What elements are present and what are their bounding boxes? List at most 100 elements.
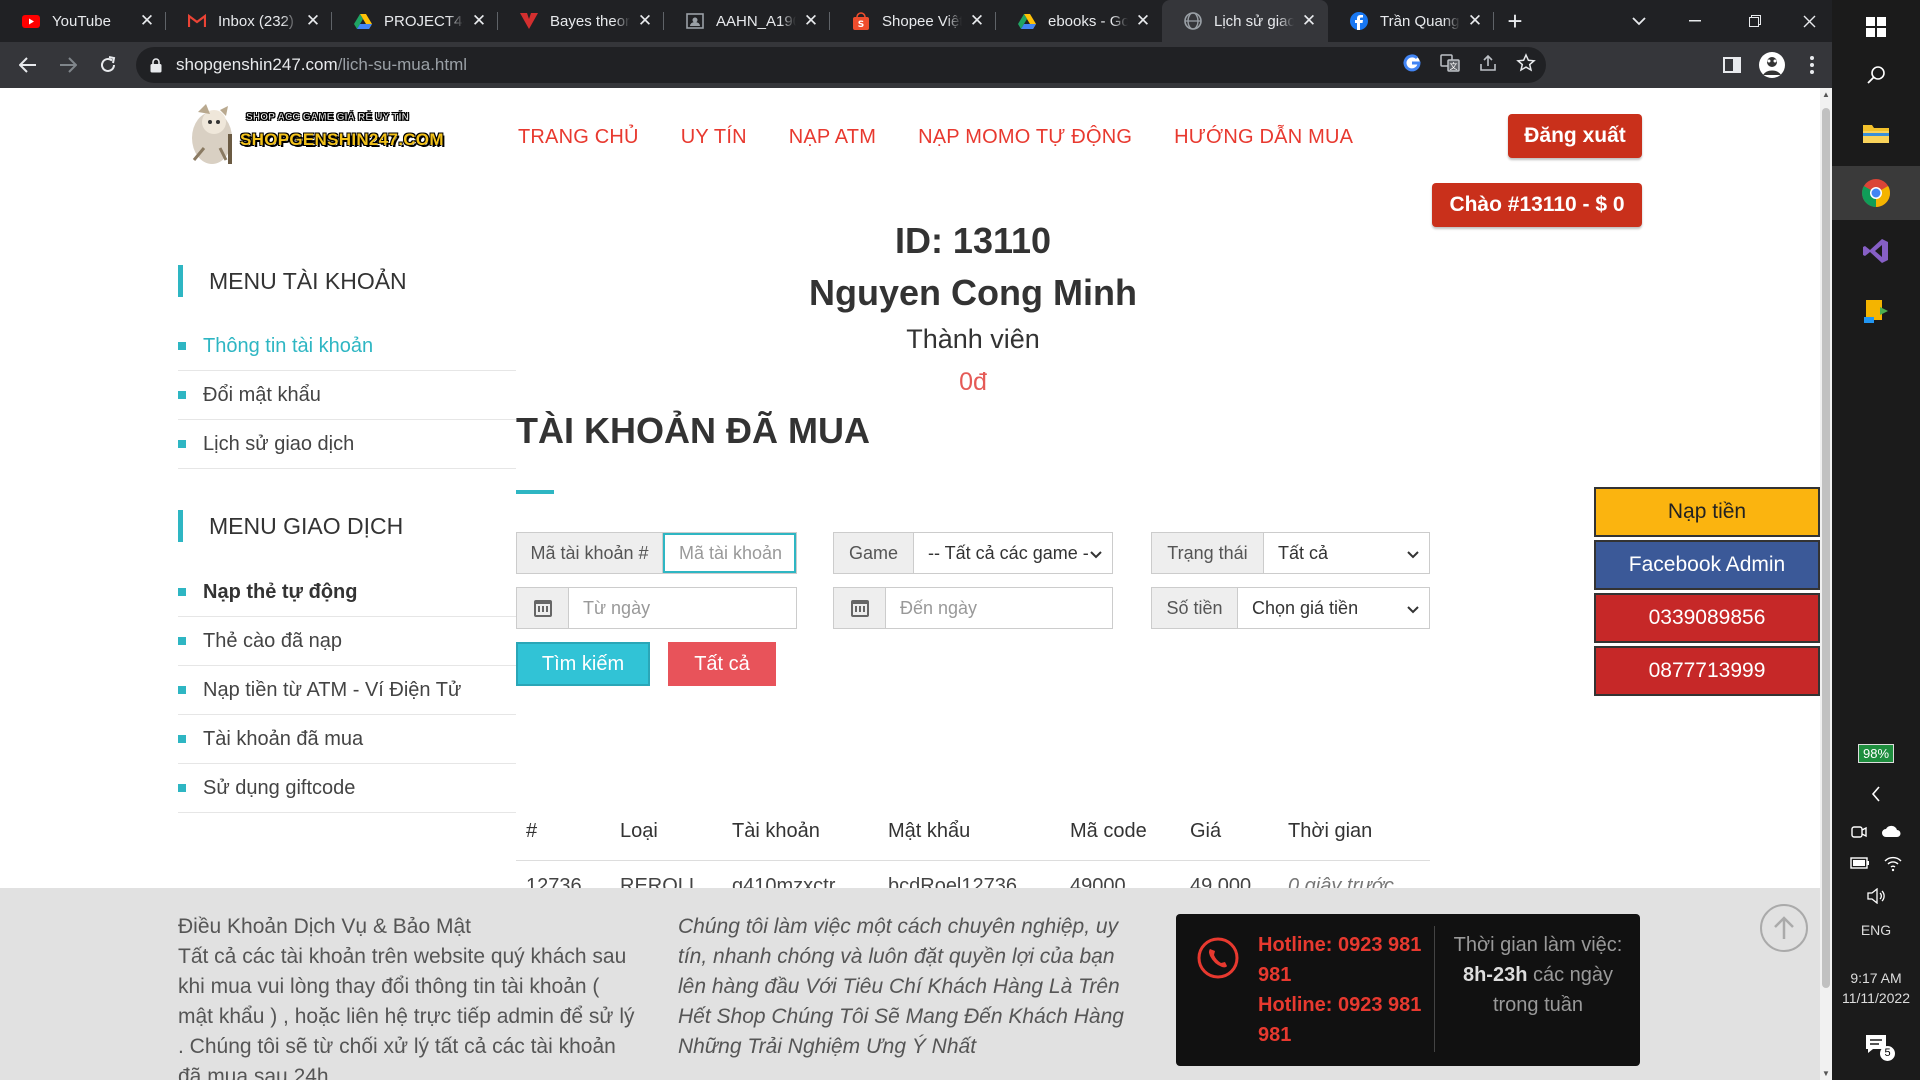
- more-menu-icon[interactable]: [1792, 45, 1832, 85]
- floating-phone1-button[interactable]: 0339089856: [1594, 593, 1820, 643]
- battery-indicator[interactable]: 98%: [1832, 744, 1920, 763]
- col-header-account: Tài khoản: [722, 804, 878, 861]
- sidebar-item-topped-cards[interactable]: Thẻ cào đã nạp: [178, 617, 516, 666]
- forward-button[interactable]: [48, 45, 88, 85]
- browser-tab[interactable]: Lịch sử giao d ✕: [1162, 0, 1328, 42]
- close-tab-icon[interactable]: ✕: [138, 11, 156, 31]
- facebook-icon: [1350, 12, 1368, 30]
- profile-avatar[interactable]: [1752, 45, 1792, 85]
- close-tab-icon[interactable]: ✕: [1134, 11, 1152, 31]
- meet-now-icon[interactable]: [1851, 824, 1867, 843]
- browser-tab[interactable]: Trần Quang | ✕: [1328, 0, 1494, 42]
- footer-terms-title[interactable]: Điều Khoản Dịch Vụ & Bảo Mật: [178, 912, 648, 942]
- search-button[interactable]: Tìm kiếm: [516, 642, 650, 686]
- taskbar-file-explorer[interactable]: [1832, 106, 1920, 160]
- browser-tab[interactable]: AAHN_A1900 ✕: [664, 0, 830, 42]
- scroll-to-top-button[interactable]: [1760, 904, 1808, 952]
- sidebar-item-giftcode[interactable]: Sử dụng giftcode: [178, 764, 516, 813]
- close-tab-icon[interactable]: ✕: [968, 11, 986, 31]
- reload-button[interactable]: [88, 45, 128, 85]
- sidebar-item-auto-card-topup[interactable]: Nạp thẻ tự động: [178, 568, 516, 617]
- nav-momo-topup[interactable]: NẠP MOMO TỰ ĐỘNG: [918, 126, 1132, 149]
- lock-icon[interactable]: [150, 58, 162, 73]
- amount-select-value: Chọn giá tiền: [1252, 597, 1359, 618]
- clock-time[interactable]: 9:17 AM: [1832, 970, 1920, 986]
- nav-home[interactable]: TRANG CHỦ: [518, 126, 639, 149]
- volume-icon[interactable]: [1832, 887, 1920, 907]
- translate-icon[interactable]: 文: [1440, 53, 1460, 78]
- sidebar-item-change-password[interactable]: Đổi mật khẩu: [178, 371, 516, 420]
- reset-all-button[interactable]: Tất cả: [668, 642, 776, 686]
- clock-date[interactable]: 11/11/2022: [1832, 990, 1920, 1006]
- from-date-input[interactable]: Từ ngày: [569, 588, 796, 628]
- close-tab-icon[interactable]: ✕: [470, 11, 488, 31]
- tab-title: Shopee Việt N: [882, 12, 962, 30]
- account-code-input[interactable]: Mã tài khoản: [663, 533, 796, 573]
- browser-tab[interactable]: PROJECT4-CO ✕: [332, 0, 498, 42]
- status-select[interactable]: Tất cả: [1264, 533, 1429, 573]
- restore-button[interactable]: [1730, 0, 1780, 42]
- youtube-icon: [22, 12, 40, 30]
- nav-buy-guide[interactable]: HƯỚNG DẪN MUA: [1174, 126, 1353, 149]
- hotline-1[interactable]: Hotline: 0923 981: [1258, 930, 1448, 960]
- hours-suffix: các ngày: [1527, 964, 1614, 986]
- wifi-icon[interactable]: [1884, 856, 1902, 875]
- greeting-button[interactable]: Chào #13110 - $ 0: [1432, 183, 1642, 227]
- nav-atm-topup[interactable]: NẠP ATM: [789, 126, 876, 149]
- floating-facebook-button[interactable]: Facebook Admin: [1594, 540, 1820, 590]
- browser-tab[interactable]: Bayes theorem ✕: [498, 0, 664, 42]
- logout-button[interactable]: Đăng xuất: [1508, 114, 1642, 158]
- share-icon[interactable]: [1478, 53, 1498, 78]
- google-lens-icon[interactable]: [1402, 53, 1422, 78]
- bookmark-star-icon[interactable]: [1516, 52, 1536, 78]
- close-tab-icon[interactable]: ✕: [802, 11, 820, 31]
- scroll-down-arrow-icon[interactable]: ▼: [1820, 1069, 1832, 1078]
- taskbar-search-button[interactable]: [1832, 48, 1920, 102]
- globe-icon: [1184, 12, 1202, 30]
- nav-trust[interactable]: UY TÍN: [681, 126, 747, 149]
- taskbar-visual-studio[interactable]: [1832, 224, 1920, 278]
- page-scrollbar[interactable]: ▲ ▼: [1820, 88, 1832, 1080]
- close-window-button[interactable]: [1784, 0, 1834, 42]
- windows-start-button[interactable]: [1832, 0, 1920, 54]
- game-select[interactable]: -- Tất cả các game --: [914, 533, 1112, 573]
- sidebar-item-account-info[interactable]: Thông tin tài khoản: [178, 322, 516, 371]
- close-tab-icon[interactable]: ✕: [1466, 11, 1484, 31]
- installer-icon: [1864, 300, 1888, 323]
- address-bar[interactable]: shopgenshin247.com/lich-su-mua.html 文: [136, 47, 1546, 83]
- scroll-up-arrow-icon[interactable]: ▲: [1820, 90, 1832, 99]
- language-indicator[interactable]: ENG: [1832, 922, 1920, 938]
- onedrive-icon[interactable]: [1881, 824, 1901, 843]
- back-button[interactable]: [8, 45, 48, 85]
- browser-tab[interactable]: YouTube ✕: [0, 0, 166, 42]
- sidebar-item-purchased-accounts[interactable]: Tài khoản đã mua: [178, 715, 516, 764]
- chevron-left-icon[interactable]: [1832, 786, 1920, 805]
- sidebar-item-atm-wallet-topup[interactable]: Nạp tiền từ ATM - Ví Điện Tử: [178, 666, 516, 715]
- close-tab-icon[interactable]: ✕: [636, 11, 654, 31]
- game-label: Game: [834, 533, 914, 573]
- battery-icon[interactable]: [1850, 856, 1870, 875]
- hotline-2[interactable]: Hotline: 0923 981: [1258, 990, 1448, 1020]
- gmail-icon: [188, 12, 206, 30]
- amount-select[interactable]: Chọn giá tiền: [1238, 588, 1429, 628]
- close-tab-icon[interactable]: ✕: [304, 11, 322, 31]
- bullet-icon: [178, 588, 186, 596]
- v-logo-icon: [520, 12, 538, 30]
- floating-phone2-button[interactable]: 0877713999: [1594, 646, 1820, 696]
- side-panel-icon[interactable]: [1712, 45, 1752, 85]
- notifications-button[interactable]: 5: [1832, 1034, 1920, 1061]
- taskbar-chrome[interactable]: [1832, 166, 1920, 220]
- taskbar-app-installer[interactable]: [1832, 284, 1920, 338]
- to-date-input[interactable]: Đến ngày: [886, 588, 1112, 628]
- browser-tab[interactable]: ebooks - Goo ✕: [996, 0, 1162, 42]
- tab-search-icon[interactable]: [1614, 0, 1664, 42]
- new-tab-button[interactable]: +: [1494, 0, 1536, 42]
- sidebar-item-transaction-history[interactable]: Lịch sử giao dịch: [178, 420, 516, 469]
- floating-topup-button[interactable]: Nạp tiền: [1594, 487, 1820, 537]
- close-tab-icon[interactable]: ✕: [1300, 11, 1318, 31]
- scrollbar-thumb[interactable]: [1822, 108, 1830, 988]
- browser-tab[interactable]: Inbox (232) - ✕: [166, 0, 332, 42]
- browser-tab[interactable]: S Shopee Việt N ✕: [830, 0, 996, 42]
- site-logo[interactable]: SHOP ACC GAME GIÁ RẺ UY TÍN SHOPGENSHIN2…: [184, 100, 443, 172]
- minimize-button[interactable]: [1670, 0, 1720, 42]
